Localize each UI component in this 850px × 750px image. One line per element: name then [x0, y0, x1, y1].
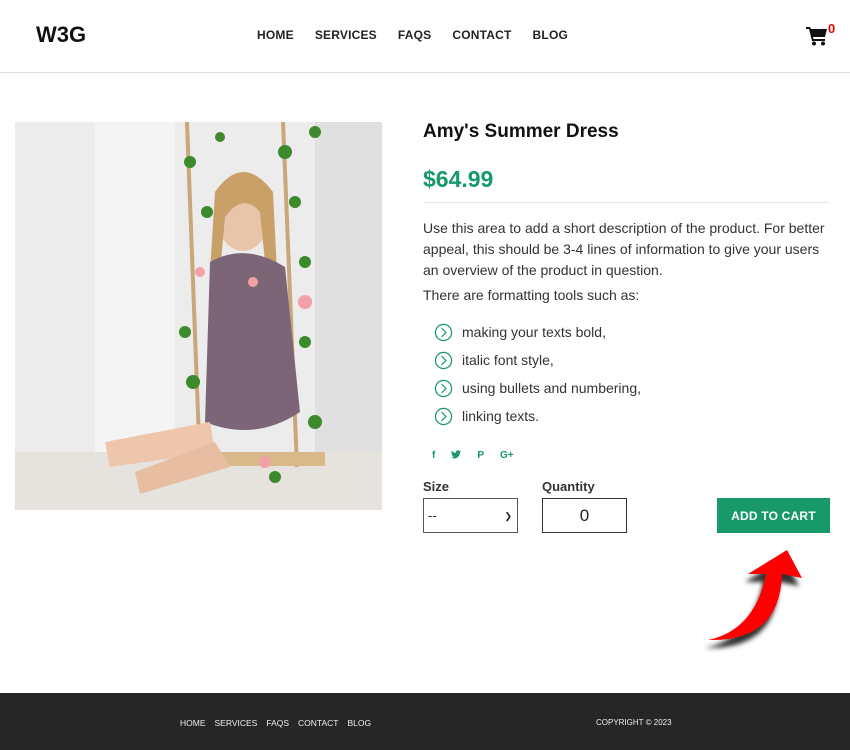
formatting-intro: There are formatting tools such as:	[423, 287, 640, 303]
list-item-text: italic font style,	[462, 352, 554, 368]
nav-faqs[interactable]: FAQS	[398, 28, 431, 42]
size-label: Size	[423, 479, 450, 494]
circle-chevron-right-icon	[434, 323, 453, 341]
list-item-text: linking texts.	[462, 408, 540, 424]
pinterest-icon[interactable]: P	[477, 450, 484, 462]
google-plus-icon[interactable]: G+	[500, 450, 514, 462]
feature-list: making your texts bold, italic font styl…	[434, 318, 641, 430]
footer-nav-services[interactable]: SERVICES	[215, 718, 258, 728]
nav-home[interactable]: HOME	[257, 28, 294, 42]
list-item: using bullets and numbering,	[434, 374, 641, 402]
footer-nav-blog[interactable]: BLOG	[347, 718, 371, 728]
footer-nav-home[interactable]: HOME	[180, 718, 206, 728]
chevron-down-icon: ❯	[504, 511, 512, 521]
footer-nav-faqs[interactable]: FAQS	[266, 718, 289, 728]
social-share: f P G+	[432, 450, 530, 462]
circle-chevron-right-icon	[434, 407, 453, 425]
nav-contact[interactable]: CONTACT	[452, 28, 511, 42]
product-description: Use this area to add a short description…	[423, 220, 825, 278]
list-item-text: making your texts bold,	[462, 324, 606, 340]
product-price: $64.99	[423, 166, 494, 192]
list-item: italic font style,	[434, 346, 641, 374]
quantity-label: Quantity	[542, 479, 595, 494]
list-item: making your texts bold,	[434, 318, 641, 346]
size-selected-value: --	[428, 508, 437, 523]
twitter-bird-glyph	[451, 450, 462, 459]
quantity-input[interactable]: 0	[542, 498, 627, 533]
copyright: COPYRIGHT © 2023	[596, 718, 672, 727]
red-curved-arrow-icon	[705, 550, 802, 649]
size-select[interactable]: -- ❯	[423, 498, 518, 533]
logo[interactable]: W3G	[36, 22, 86, 48]
list-item-text: using bullets and numbering,	[462, 380, 642, 396]
add-to-cart-button[interactable]: ADD TO CART	[717, 498, 830, 533]
list-item: linking texts.	[434, 402, 641, 430]
site-header: W3G HOME SERVICES FAQS CONTACT BLOG 0	[0, 0, 850, 73]
shopping-cart-icon[interactable]	[806, 26, 828, 46]
product-title: Amy's Summer Dress	[423, 121, 619, 142]
circle-chevron-right-icon	[434, 379, 453, 397]
nav-services[interactable]: SERVICES	[315, 28, 377, 42]
site-footer: HOME SERVICES FAQS CONTACT BLOG COPYRIGH…	[0, 693, 850, 750]
cart-count-badge: 0	[828, 21, 836, 36]
main-nav: HOME SERVICES FAQS CONTACT BLOG	[257, 28, 589, 42]
product-photo-illustration	[15, 122, 382, 510]
footer-nav: HOME SERVICES FAQS CONTACT BLOG	[180, 718, 380, 728]
nav-blog[interactable]: BLOG	[533, 28, 568, 42]
footer-nav-contact[interactable]: CONTACT	[298, 718, 338, 728]
facebook-icon[interactable]: f	[432, 450, 435, 462]
product-image	[15, 122, 382, 510]
circle-chevron-right-icon	[434, 351, 453, 369]
divider	[423, 202, 829, 203]
twitter-icon[interactable]	[451, 450, 462, 462]
